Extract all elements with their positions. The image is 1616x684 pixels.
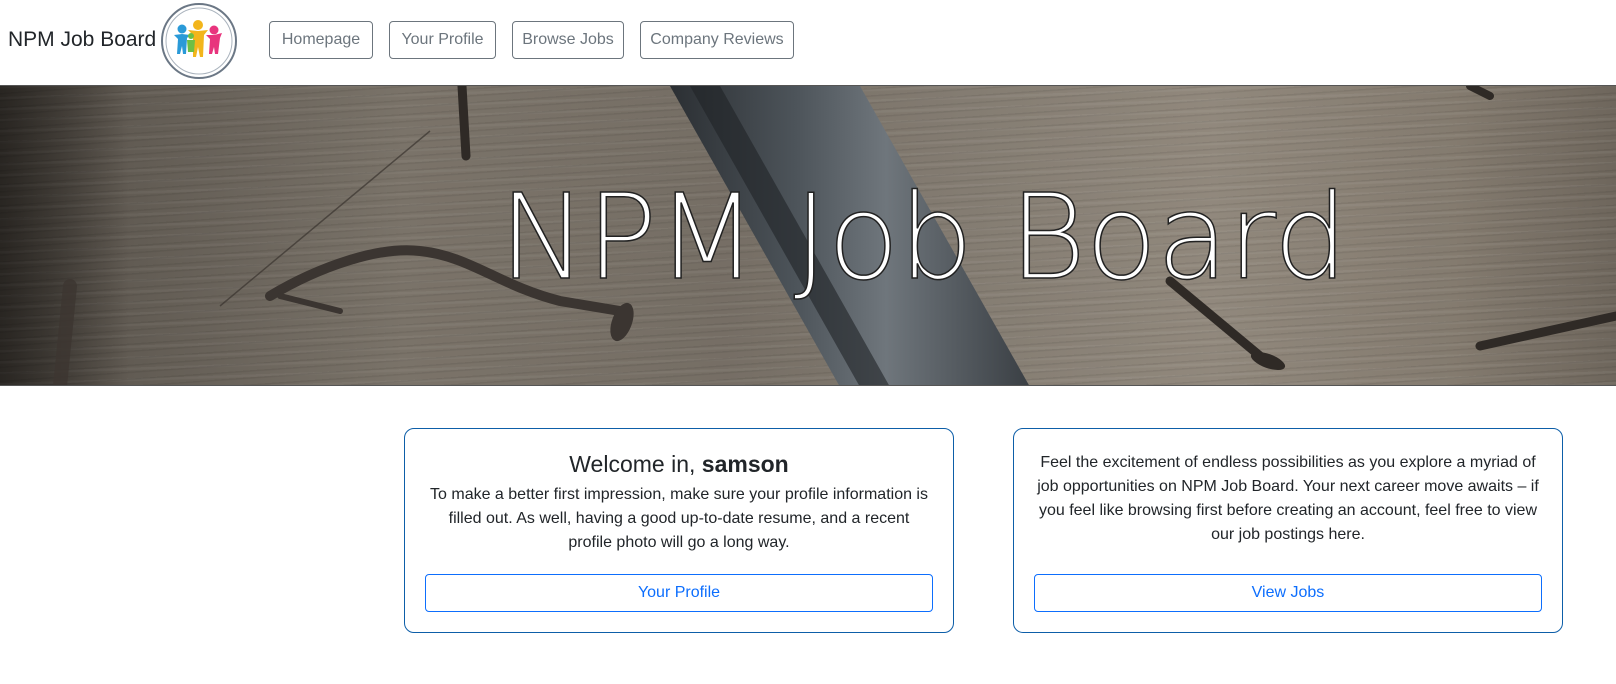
jobs-text: Feel the excitement of endless possibili… xyxy=(1037,454,1539,543)
jobs-card: Feel the excitement of endless possibili… xyxy=(1013,428,1563,633)
welcome-card: Welcome in, samson To make a better firs… xyxy=(404,428,954,633)
welcome-heading: Welcome in, samson xyxy=(569,451,789,477)
nav-browse-jobs-button[interactable]: Browse Jobs xyxy=(512,21,624,59)
welcome-text: To make a better first impression, make … xyxy=(430,486,928,551)
nav-homepage-button[interactable]: Homepage xyxy=(269,21,373,59)
navbar: NPM Job Board Homepage Your Profile Brow… xyxy=(0,0,1616,85)
people-group-logo-icon[interactable] xyxy=(160,2,238,80)
hero-banner: NPM Job Board xyxy=(0,85,1616,386)
username: samson xyxy=(701,451,789,477)
your-profile-button[interactable]: Your Profile xyxy=(425,574,933,612)
brand-name[interactable]: NPM Job Board xyxy=(8,28,156,52)
view-jobs-button[interactable]: View Jobs xyxy=(1034,574,1542,612)
nav-your-profile-button[interactable]: Your Profile xyxy=(389,21,496,59)
nav-company-reviews-button[interactable]: Company Reviews xyxy=(640,21,794,59)
hero-title: NPM Job Board xyxy=(498,168,1349,306)
